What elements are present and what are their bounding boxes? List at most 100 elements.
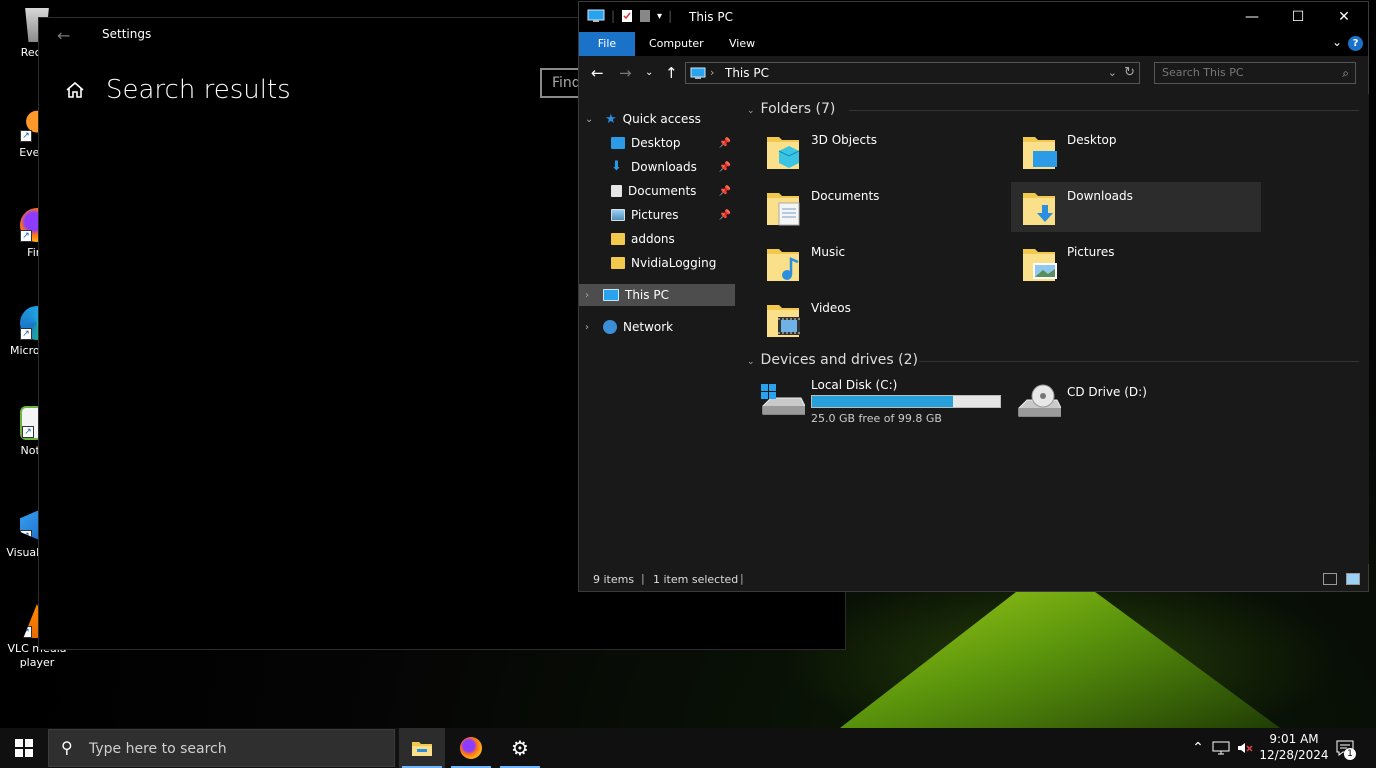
folders-group-header[interactable]: ⌄ Folders (7) [747,101,835,117]
expand-ribbon-icon[interactable]: ⌄ [1332,35,1342,49]
taskbar: ⚲ Type here to search ⚙ ⌃ 9:01 AM 12/28/… [0,728,1376,768]
folder-documents[interactable]: Documents [755,182,1005,232]
sidebar-item-network[interactable]: › Network [579,316,737,338]
windows-logo-icon [15,739,33,757]
taskbar-search-box[interactable]: ⚲ Type here to search [48,729,395,767]
collapsed-chevron-icon[interactable]: › [585,290,595,301]
chevron-up-icon: ⌃ [1192,740,1204,756]
recent-locations-button[interactable]: ⌄ [645,67,653,78]
drives-group-header[interactable]: ⌄ Devices and drives (2) [747,352,918,368]
back-button[interactable]: ← [591,64,604,82]
tab-computer[interactable]: Computer [631,32,722,56]
volume-muted-icon [1238,743,1253,753]
folder-name: Music [811,245,846,259]
sidebar-item-downloads[interactable]: ⬇ Downloads 📌 [579,156,737,178]
address-dropdown-icon[interactable]: ⌄ [1108,66,1117,79]
folder-downloads[interactable]: Downloads [1011,182,1261,232]
back-arrow-icon[interactable]: ← [57,26,70,45]
settings-title: Settings [102,27,152,41]
action-center-button[interactable]: 1 [1332,728,1358,768]
clock-date: 12/28/2024 [1259,748,1329,762]
pictures-icon [611,209,625,221]
window-title: This PC [689,10,733,24]
large-icons-view-icon[interactable] [1346,573,1360,585]
forward-button[interactable]: → [619,64,632,82]
status-separator: | [641,572,645,585]
system-clock[interactable]: 9:01 AM 12/28/2024 [1254,731,1334,763]
properties-icon[interactable] [621,9,633,23]
up-button[interactable]: ↑ [665,64,678,82]
tab-file[interactable]: File [579,32,635,56]
close-button[interactable]: ✕ [1321,2,1367,32]
volume-tray-button[interactable] [1234,728,1256,768]
breadcrumb[interactable]: This PC [725,66,769,80]
sidebar-item-label: Desktop [631,136,681,150]
sidebar-item-label: Network [623,320,674,334]
start-button[interactable] [0,728,48,768]
drive-free-space: 25.0 GB free of 99.8 GB [811,412,942,425]
address-bar[interactable]: › This PC ⌄ ↻ [685,62,1140,84]
sidebar-item-label: Documents [628,184,697,198]
folder-music[interactable]: Music [755,238,1005,288]
drive-usage-bar [811,395,1001,408]
sidebar-item-quick-access[interactable]: ⌄ ★ Quick access [579,108,737,130]
music-folder-icon [767,249,799,281]
new-folder-icon[interactable] [639,9,651,23]
taskbar-settings[interactable]: ⚙ [497,728,543,768]
drive-local-disk-c[interactable]: Local Disk (C:) 25.0 GB free of 99.8 GB [751,378,1011,426]
network-icon [603,320,617,334]
refresh-icon[interactable]: ↻ [1124,65,1135,80]
folder-videos[interactable]: Videos [755,294,1005,344]
show-hidden-icons-button[interactable]: ⌃ [1188,728,1208,768]
group-divider [919,361,1359,362]
file-explorer-icon [412,742,432,756]
search-input[interactable]: Search This PC ⌕ [1154,62,1356,84]
sidebar-item-this-pc[interactable]: › This PC [579,284,735,306]
3d-objects-folder-icon [767,137,800,169]
status-separator: | [740,572,744,585]
sidebar-item-documents[interactable]: Documents 📌 [579,180,737,202]
customize-toolbar-icon[interactable]: ▾ [657,11,662,22]
maximize-button[interactable]: ☐ [1275,2,1321,32]
expanded-chevron-icon[interactable]: ⌄ [585,114,595,125]
folder-pictures[interactable]: Pictures [1011,238,1261,288]
ribbon: File Computer View ⌄ ? [579,32,1368,56]
file-explorer-window[interactable]: | ▾ | This PC — ☐ ✕ File Computer View ⌄… [578,1,1369,592]
folder-3d-objects[interactable]: 3D Objects [755,126,1005,176]
sidebar-item-desktop[interactable]: Desktop 📌 [579,132,737,154]
documents-folder-icon [767,193,800,226]
drive-name: CD Drive (D:) [1067,385,1147,399]
star-icon: ★ [605,111,617,127]
documents-icon [611,185,622,197]
sidebar-item-label: Pictures [631,208,679,222]
sidebar-item-nvidialogging[interactable]: NvidiaLogging [579,252,737,274]
folder-icon [611,233,625,245]
gear-icon: ⚙ [511,736,529,760]
folder-desktop[interactable]: Desktop [1011,126,1261,176]
desktop-folder-icon [1023,137,1057,169]
sidebar-item-label: Downloads [631,160,697,174]
drive-cd-d[interactable]: CD Drive (D:) [1007,378,1257,426]
group-header-label: Devices and drives (2) [760,352,918,368]
help-icon[interactable]: ? [1348,36,1363,51]
sidebar-item-addons[interactable]: addons [579,228,737,250]
network-icon [1212,741,1230,755]
title-bar: | ▾ | This PC — ☐ ✕ [579,2,1368,32]
item-count: 9 items [593,573,635,586]
pin-icon: 📌 [718,137,731,149]
minimize-button[interactable]: — [1229,2,1275,32]
collapsed-chevron-icon[interactable]: › [585,322,595,333]
home-icon[interactable] [65,81,85,99]
folder-name: Documents [811,189,880,203]
sidebar-item-pictures[interactable]: Pictures 📌 [579,204,737,226]
sidebar-item-label: Quick access [622,112,701,126]
sidebar-item-label: This PC [625,288,669,302]
network-tray-button[interactable] [1210,728,1232,768]
details-view-icon[interactable] [1323,573,1337,585]
notification-badge: 1 [1344,748,1356,760]
taskbar-file-explorer[interactable] [399,728,445,768]
selection-count: 1 item selected [653,573,739,586]
tab-view[interactable]: View [711,32,773,56]
search-placeholder: Type here to search [89,741,227,757]
taskbar-firefox[interactable] [448,728,494,768]
